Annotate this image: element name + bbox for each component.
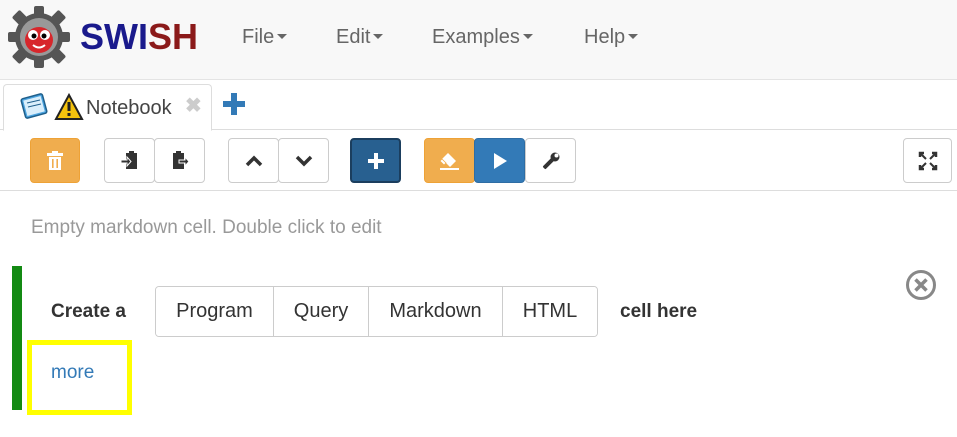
fullscreen-button[interactable] xyxy=(903,138,952,183)
caret-down-icon xyxy=(522,34,533,40)
menu-edit[interactable]: Edit xyxy=(336,26,384,49)
tab-bar: Notebook ✖ xyxy=(0,80,957,131)
add-tab-icon[interactable] xyxy=(220,90,248,118)
menu-edit-label: Edit xyxy=(336,26,371,48)
fullscreen-icon xyxy=(918,151,937,170)
move-down-button[interactable] xyxy=(278,138,329,183)
wrench-icon xyxy=(542,152,559,169)
cell-type-button-group: Program Query Markdown HTML xyxy=(155,286,598,337)
paste-cell-button[interactable] xyxy=(154,138,205,183)
eraser-icon xyxy=(438,152,459,170)
tab-close-icon[interactable]: ✖ xyxy=(185,93,202,118)
caret-down-icon xyxy=(277,34,288,40)
navbar: SWISH File Edit Examples Help xyxy=(0,0,957,80)
menu-help[interactable]: Help xyxy=(584,26,639,49)
markdown-cell-button[interactable]: Markdown xyxy=(369,287,503,336)
notebook-toolbar xyxy=(0,131,957,191)
cell-here-label: cell here xyxy=(620,301,698,322)
brand-part-1: SWI xyxy=(80,16,148,57)
paste-icon xyxy=(172,150,190,169)
menu-examples[interactable]: Examples xyxy=(432,26,533,49)
html-cell-button[interactable]: HTML xyxy=(503,287,597,336)
warning-construction-icon xyxy=(54,93,84,120)
close-circle-icon[interactable] xyxy=(905,269,937,301)
delete-cell-button[interactable] xyxy=(30,138,80,183)
menu-help-label: Help xyxy=(584,26,626,48)
swish-logo-icon[interactable] xyxy=(6,4,72,70)
caret-down-icon xyxy=(628,34,639,40)
run-button[interactable] xyxy=(474,138,525,183)
copy-icon xyxy=(120,150,137,169)
more-link[interactable]: more xyxy=(51,362,94,384)
brand-title[interactable]: SWISH xyxy=(80,16,198,58)
brand-part-2: SH xyxy=(148,16,199,57)
notebook-icon xyxy=(20,93,48,119)
query-cell-button[interactable]: Query xyxy=(274,287,369,336)
clear-output-button[interactable] xyxy=(424,138,475,183)
play-icon xyxy=(493,152,507,169)
menu-file[interactable]: File xyxy=(242,26,288,49)
chevron-down-icon xyxy=(295,155,312,166)
menu-file-label: File xyxy=(242,26,275,48)
cell-selection-bar xyxy=(12,266,22,410)
empty-markdown-cell[interactable]: Empty markdown cell. Double click to edi… xyxy=(31,217,382,239)
menu-examples-label: Examples xyxy=(432,26,520,48)
tab-notebook[interactable]: Notebook ✖ xyxy=(3,84,212,131)
tab-notebook-label: Notebook xyxy=(86,97,172,119)
chevron-up-icon xyxy=(245,155,262,166)
settings-button[interactable] xyxy=(525,138,576,183)
create-a-label: Create a xyxy=(51,301,126,322)
plus-icon xyxy=(367,152,384,169)
caret-down-icon xyxy=(373,34,384,40)
move-up-button[interactable] xyxy=(228,138,279,183)
insert-cell-button[interactable] xyxy=(350,138,401,183)
trash-icon xyxy=(47,150,63,170)
copy-cell-button[interactable] xyxy=(104,138,155,183)
program-cell-button[interactable]: Program xyxy=(156,287,274,336)
